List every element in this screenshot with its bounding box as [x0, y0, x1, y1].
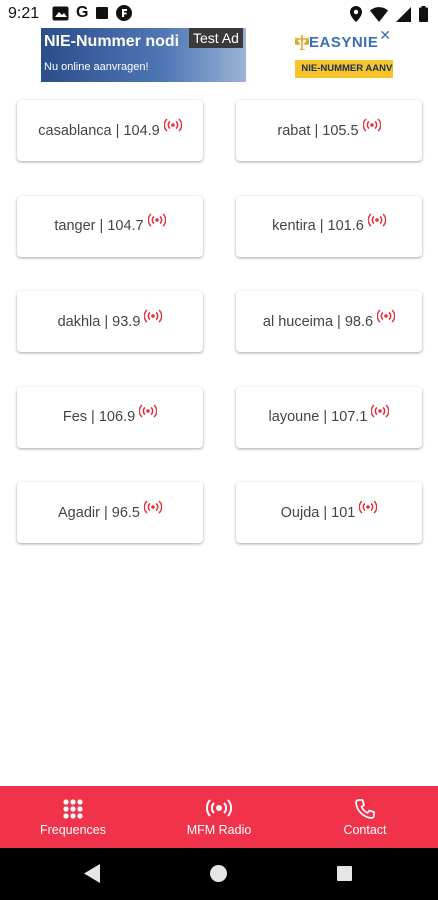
- stop-icon: [96, 7, 109, 19]
- nav-contact[interactable]: Contact: [292, 786, 438, 848]
- ad-brand-panel[interactable]: EASYNIE NIE-NUMMER AANVRAGEN: [253, 28, 393, 82]
- f-icon: [116, 5, 133, 21]
- broadcast-icon: [163, 117, 182, 132]
- broadcast-icon: [143, 499, 162, 514]
- signal-icon: [396, 6, 411, 22]
- station-label: Agadir | 96.5: [58, 504, 140, 521]
- station-label: Fes | 106.9: [62, 409, 136, 425]
- station-card[interactable]: kentira | 101.6: [236, 195, 422, 257]
- recents-icon[interactable]: [337, 866, 352, 881]
- station-card[interactable]: dakhla | 93.9: [17, 291, 203, 352]
- broadcast-icon: [367, 213, 386, 227]
- station-label: al huceima | 98.6: [262, 313, 374, 330]
- battery-icon: [419, 6, 428, 22]
- bottom-nav: Frequences MFM Radio Contact: [0, 786, 438, 848]
- broadcast-icon: [147, 213, 166, 227]
- nav-mfm-radio[interactable]: MFM Radio: [146, 786, 292, 848]
- broadcast-icon: [377, 308, 396, 323]
- station-card[interactable]: layoune | 107.1: [236, 386, 422, 448]
- radio-broadcast-icon: [206, 798, 232, 817]
- ad-brand: EASYNIE: [309, 34, 379, 51]
- station-label: layoune | 107.1: [268, 409, 368, 425]
- ad-close-icon[interactable]: ✕: [379, 28, 391, 44]
- location-icon: [350, 6, 362, 22]
- station-label: tanger | 104.7: [54, 218, 144, 234]
- broadcast-icon: [362, 117, 381, 132]
- notification-icons: G: [52, 4, 133, 21]
- station-label: Oujda | 101: [280, 504, 356, 521]
- station-card[interactable]: al huceima | 98.6: [236, 291, 422, 352]
- wifi-icon: [370, 6, 388, 22]
- station-card[interactable]: Agadir | 96.5: [17, 482, 203, 543]
- home-icon[interactable]: [210, 865, 227, 882]
- nav-frequences[interactable]: Frequences: [0, 786, 146, 848]
- nav-mfm-radio-label: MFM Radio: [186, 822, 252, 837]
- status-bar: 9:21 G: [0, 0, 438, 28]
- ad-cta-button[interactable]: NIE-NUMMER AANVRAGEN: [295, 60, 393, 78]
- grid-dots-icon: [63, 798, 83, 819]
- station-card[interactable]: casablanca | 104.9: [17, 100, 203, 161]
- broadcast-icon: [139, 404, 158, 418]
- station-label: rabat | 105.5: [277, 122, 359, 139]
- ad-title[interactable]: NIE-Nummer nodi: [44, 33, 179, 51]
- station-card[interactable]: Oujda | 101: [236, 482, 422, 543]
- station-label: casablanca | 104.9: [38, 122, 160, 139]
- station-card[interactable]: rabat | 105.5: [236, 100, 422, 161]
- nav-frequences-label: Frequences: [39, 822, 106, 837]
- broadcast-icon: [144, 308, 163, 323]
- station-label: dakhla | 93.9: [57, 313, 141, 330]
- system-nav-bar: [0, 848, 438, 900]
- system-status-icons: [350, 6, 428, 22]
- station-card[interactable]: tanger | 104.7: [17, 195, 203, 257]
- broadcast-icon: [359, 499, 378, 514]
- test-ad-label: Test Ad: [189, 28, 243, 48]
- phone-icon: [355, 798, 375, 819]
- station-card[interactable]: Fes | 106.9: [17, 386, 203, 448]
- nav-contact-label: Contact: [343, 822, 387, 837]
- ad-banner[interactable]: NIE-Nummer nodi Nu online aanvragen! Tes…: [41, 28, 393, 82]
- back-icon[interactable]: [84, 864, 100, 883]
- status-time: 9:21: [8, 5, 40, 22]
- google-icon: G: [76, 4, 89, 21]
- ad-subtitle[interactable]: Nu online aanvragen!: [44, 61, 149, 73]
- broadcast-icon: [371, 404, 390, 418]
- photo-icon: [52, 6, 69, 20]
- station-label: kentira | 101.6: [272, 218, 364, 234]
- ad-brand-logo-icon: [295, 35, 309, 50]
